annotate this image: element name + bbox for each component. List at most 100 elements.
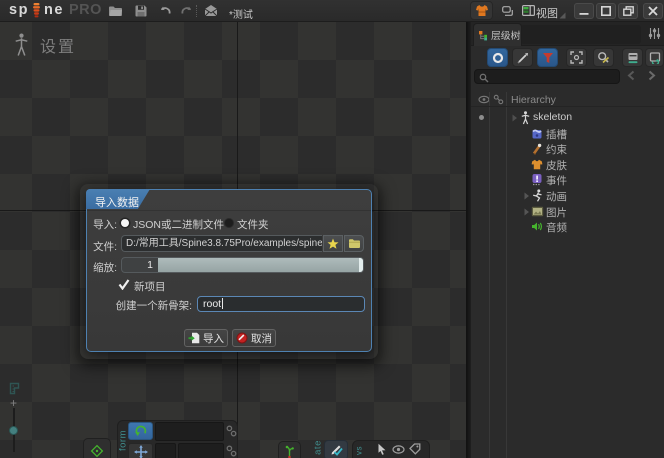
translate-y-value-field[interactable] (178, 443, 224, 458)
selected-dot-icon (479, 115, 484, 120)
import-mode-label: 导入: (93, 219, 117, 231)
images-icon (531, 206, 544, 216)
filter-funnel-button[interactable] (537, 48, 558, 67)
tree-label: skeleton (533, 111, 573, 123)
link-column-icon[interactable] (493, 94, 504, 105)
slot-icon (532, 129, 542, 139)
restore-button[interactable] (618, 3, 638, 19)
rotate-tool-button[interactable] (128, 422, 153, 440)
text-caret (221, 298, 224, 309)
view-menu[interactable]: 视图 (536, 5, 558, 21)
new-project-checkbox-label[interactable]: 新项目 (134, 279, 166, 294)
tree-label: 事件 (546, 175, 567, 188)
expand-arrow-icon[interactable] (523, 192, 530, 200)
spine-logo: ne (44, 2, 64, 18)
page-refresh-icon (649, 51, 660, 64)
tree-row-skins[interactable]: 皮肤 (471, 157, 664, 173)
view-menu-arrow-icon (559, 12, 566, 19)
radio-json-label[interactable]: JSON或二进制文件 (133, 217, 224, 232)
tree-tab-icon (479, 30, 487, 40)
cursor-icon[interactable] (377, 443, 387, 455)
hierarchy-panel: 层级树 Hierarchy skeleton 插槽 约束 皮肤 事件 动画 图片… (471, 22, 664, 458)
radio-folder-label[interactable]: 文件夹 (237, 217, 269, 232)
tag-icon[interactable] (409, 443, 421, 455)
file-path-input[interactable]: D:/常用工具/Spine3.8.75Pro/examples/spine (121, 235, 322, 252)
radio-folder[interactable] (225, 218, 233, 227)
compensate-link-icon[interactable] (226, 445, 237, 457)
translate-tool-button[interactable] (128, 443, 153, 458)
undo-icon[interactable] (158, 4, 172, 18)
next-match-icon[interactable] (646, 70, 657, 81)
favorites-button[interactable] (323, 235, 343, 252)
setup-pose-figure-icon (15, 33, 28, 56)
funnel-icon (542, 52, 553, 63)
sprout-icon (285, 445, 294, 458)
tree-row-audio[interactable]: 音频 (471, 219, 664, 235)
spawn-origin-icon[interactable] (9, 382, 20, 395)
minimize-button[interactable] (574, 3, 594, 19)
frame-selection-button[interactable] (566, 48, 587, 67)
checkbox-check-icon[interactable] (118, 279, 130, 290)
frame-icon (570, 51, 583, 64)
close-button[interactable] (643, 3, 663, 19)
compensate-link-icon[interactable] (226, 425, 237, 437)
expand-arrow-icon[interactable] (511, 114, 518, 122)
export-page-button[interactable] (645, 48, 664, 67)
search-settings-button[interactable] (593, 48, 614, 67)
cancel-button[interactable]: 取消 (232, 329, 276, 347)
scale-slider-handle[interactable] (358, 258, 363, 272)
tree-label: 图片 (546, 206, 567, 219)
radio-json-file[interactable] (121, 218, 129, 227)
tree-row-images[interactable]: 图片 (471, 204, 664, 220)
zoom-slider-knob[interactable] (9, 426, 18, 435)
maximize-button[interactable] (596, 3, 616, 19)
browse-folder-button[interactable] (344, 235, 364, 252)
pose-tool-button[interactable] (278, 441, 301, 458)
project-title: *测试 (229, 10, 253, 21)
tree-header: Hierarchy (511, 94, 556, 106)
prev-match-icon[interactable] (626, 70, 637, 81)
skin-icon (531, 159, 543, 169)
search-icon (479, 73, 489, 83)
import-data-dialog: 导入数据 导入: JSON或二进制文件 文件夹 文件: D:/常用工具/Spin… (86, 189, 372, 352)
minimize-icon (579, 13, 589, 15)
tree-row-constraints[interactable]: 约束 (471, 141, 664, 157)
header-divider (471, 106, 664, 107)
mode-indicator[interactable]: 设置 (15, 33, 76, 57)
tab-hierarchy-tree-label: 层级树 (491, 31, 521, 42)
tree-label: 动画 (546, 191, 567, 203)
skin-doll-button[interactable] (470, 1, 493, 20)
rotation-value-field[interactable] (155, 422, 224, 441)
axes-button[interactable] (83, 438, 111, 458)
redo-icon[interactable] (180, 4, 194, 18)
scale-slider[interactable] (158, 257, 364, 273)
import-confirm-button[interactable]: 导入 (184, 329, 228, 347)
views-panel-label: vs (354, 446, 364, 455)
tree-search-input[interactable] (474, 69, 620, 84)
panel-tab-bar: 层级树 (471, 22, 664, 46)
tree-row-skeleton[interactable]: skeleton (471, 110, 664, 126)
layout-icon[interactable] (522, 5, 535, 16)
new-skeleton-name-input[interactable]: root (197, 296, 365, 312)
tree-row-events[interactable]: 事件 (471, 172, 664, 188)
weights-tool-button[interactable] (324, 440, 348, 458)
cards-icon[interactable] (502, 6, 513, 16)
new-page-button[interactable] (622, 48, 643, 67)
select-circle-tool-button[interactable] (487, 48, 508, 67)
mail-icon[interactable] (204, 4, 218, 17)
cancel-button-label: 取消 (251, 332, 272, 345)
expand-arrow-icon[interactable] (523, 208, 530, 216)
open-project-icon[interactable] (108, 4, 123, 18)
filter-sliders-icon[interactable] (648, 27, 661, 40)
translate-x-value-field[interactable] (155, 443, 176, 458)
scale-value-field[interactable]: 1 (121, 257, 158, 273)
pages-icon (628, 52, 637, 63)
tree-row-animations[interactable]: 动画 (471, 188, 664, 204)
pen-icon (517, 52, 528, 63)
spine-vertebrae-icon (33, 3, 40, 18)
visibility-eye-icon[interactable] (392, 445, 405, 454)
save-project-icon[interactable] (134, 4, 148, 18)
pen-tool-button[interactable] (512, 48, 533, 67)
tab-hierarchy-tree[interactable]: 层级树 (473, 23, 522, 46)
tree-row-slots[interactable]: 插槽 (471, 126, 664, 142)
